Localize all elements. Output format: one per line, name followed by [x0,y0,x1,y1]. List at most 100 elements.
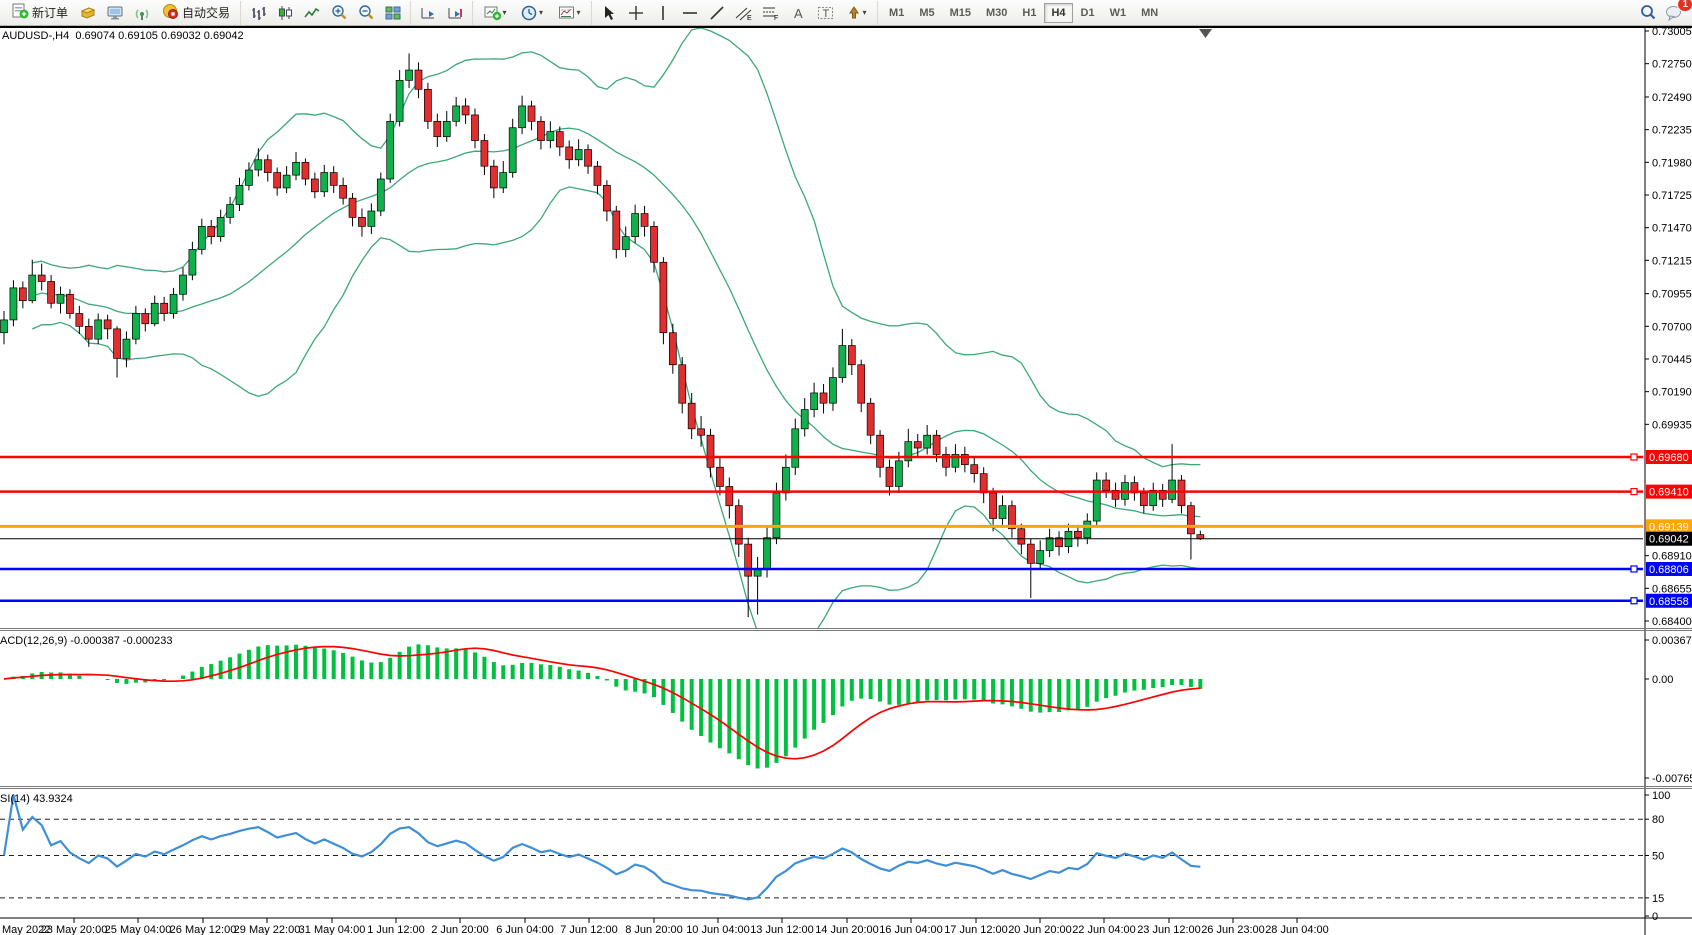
autotrading-label: 自动交易 [182,4,230,21]
y-tick: 0.68400 [1652,616,1692,628]
text-icon[interactable]: A [785,1,811,24]
svg-text:A: A [794,6,803,21]
y-tick: 0.71215 [1652,255,1692,267]
macd-panel: 0.003672 0.00 -0.007656 [4,635,1692,785]
equidistant-channel-icon[interactable]: E [731,1,757,24]
chart-autoscroll-icon[interactable] [415,1,441,24]
candlestick-chart-icon[interactable] [272,1,298,24]
periods-button[interactable]: ▾ [514,1,550,24]
timeframe-h1[interactable]: H1 [1015,3,1043,23]
signals-icon[interactable] [129,1,155,24]
timeframe-m1[interactable]: M1 [882,3,911,23]
mt4-terminal: { "toolbar": { "new_order_label": "新订单",… [0,0,1692,935]
text-label-icon[interactable]: T [812,1,838,24]
time-label: 22 Jun 04:00 [1072,924,1136,935]
rsi-tick: 80 [1652,814,1664,826]
macd-label: ACD(12,26,9) -0.000387 -0.000233 [0,635,172,647]
bar-chart-icon[interactable] [245,1,271,24]
notification-badge: 1 [1677,0,1692,12]
time-label: 8 Jun 20:00 [625,924,683,935]
search-icon[interactable] [1635,1,1661,24]
chart-canvas[interactable]: 0.696800.694100.691390.690420.688060.685… [0,0,1692,935]
crosshair-icon[interactable] [623,1,649,24]
time-label: 17 Jun 12:00 [944,924,1008,935]
chevron-down-icon: ▾ [863,8,867,17]
cursor-icon[interactable] [596,1,622,24]
time-label: 25 May 04:00 [105,924,172,935]
new-order-button[interactable]: 新订单 [6,2,74,23]
y-tick: 0.72235 [1652,125,1692,137]
y-tick: 0.68910 [1652,551,1692,563]
price-badge-0.69680: 0.69680 [1649,452,1689,464]
chart-shift-icon[interactable] [442,1,468,24]
fibonacci-icon[interactable]: F [758,1,784,24]
timeframe-d1[interactable]: D1 [1074,3,1102,23]
templates-button[interactable]: ▾ [551,1,587,24]
new-order-icon [12,3,29,22]
chart-window-border [0,26,1692,28]
trendline-icon[interactable] [704,1,730,24]
zoom-in-icon[interactable] [326,1,352,24]
rsi-line [4,795,1200,899]
arrows-button[interactable]: ▾ [839,1,873,24]
toolbar-group-new: ▾ ▾ ▾ [472,1,591,25]
timeframe-m5[interactable]: M5 [912,3,941,23]
y-tick: 0.70700 [1652,321,1692,333]
price-badge-0.69410: 0.69410 [1649,487,1689,499]
y-tick: 0.70190 [1652,387,1692,399]
time-label: 7 Jun 12:00 [560,924,618,935]
svg-text:F: F [774,15,778,21]
notifications-button[interactable]: 1 [1662,2,1686,23]
timeframe-h4[interactable]: H4 [1044,3,1072,23]
metaeditor-icon[interactable] [102,1,128,24]
y-tick: 0.69935 [1652,419,1692,431]
candles [1,53,1204,617]
time-label: 10 Jun 04:00 [686,924,750,935]
toolbar-group-right: 1 [1631,1,1690,25]
svg-text:E: E [747,15,752,21]
time-label: 13 Jun 12:00 [750,924,814,935]
timeframe-w1[interactable]: W1 [1103,3,1134,23]
chart-title: AUDUSD-,H4 0.69074 0.69105 0.69032 0.690… [2,30,244,42]
price-badge-0.69042: 0.69042 [1649,534,1689,546]
rsi-tick: 0 [1652,911,1658,923]
chevron-down-icon: ▾ [539,8,543,17]
time-label: 28 Jun 04:00 [1265,924,1329,935]
chevron-down-icon: ▾ [577,8,581,17]
timeframe-m30[interactable]: M30 [979,3,1014,23]
toolbar-group-trade: 新订单 自动交易 [2,1,240,25]
time-label: 20 Jun 20:00 [1008,924,1072,935]
rsi-panel: 1008050150 [0,790,1670,923]
new-chart-button[interactable]: ▾ [477,1,513,24]
time-label: 23 Jun 12:00 [1137,924,1201,935]
toolbar-group-arrange [410,1,472,25]
bollinger-middle [32,128,1200,516]
toolbar: 新订单 自动交易 [0,0,1692,26]
timeframe-mn[interactable]: MN [1134,3,1165,23]
macd-tick: -0.007656 [1652,773,1692,785]
price-lines[interactable]: 0.696800.694100.691390.690420.688060.685… [0,450,1692,608]
time-label: 16 Jun 04:00 [879,924,943,935]
new-order-label: 新订单 [32,4,68,21]
y-tick: 0.73005 [1652,26,1692,38]
macd-tick: 0.00 [1652,674,1673,686]
tile-windows-icon[interactable] [380,1,406,24]
autotrading-button[interactable]: 自动交易 [156,2,236,23]
autotrading-icon [162,3,179,22]
time-label: 1 Jun 12:00 [367,924,425,935]
timeframe-m15[interactable]: M15 [943,3,978,23]
rsi-tick: 100 [1652,790,1670,802]
rsi-tick: 15 [1652,893,1664,905]
line-chart-icon[interactable] [299,1,325,24]
y-tick: 0.68655 [1652,583,1692,595]
toolbar-group-timeframes: M1 M5 M15 M30 H1 H4 D1 W1 MN [877,1,1169,25]
horizontal-line-icon[interactable] [677,1,703,24]
market-icon[interactable] [75,1,101,24]
svg-text:T: T [822,8,829,20]
shift-marker-icon[interactable] [1199,29,1212,38]
time-label: 26 Jun 23:00 [1201,924,1265,935]
y-tick: 0.71470 [1652,223,1692,235]
zoom-out-icon[interactable] [353,1,379,24]
vertical-line-icon[interactable] [650,1,676,24]
macd-tick: 0.003672 [1652,635,1692,647]
